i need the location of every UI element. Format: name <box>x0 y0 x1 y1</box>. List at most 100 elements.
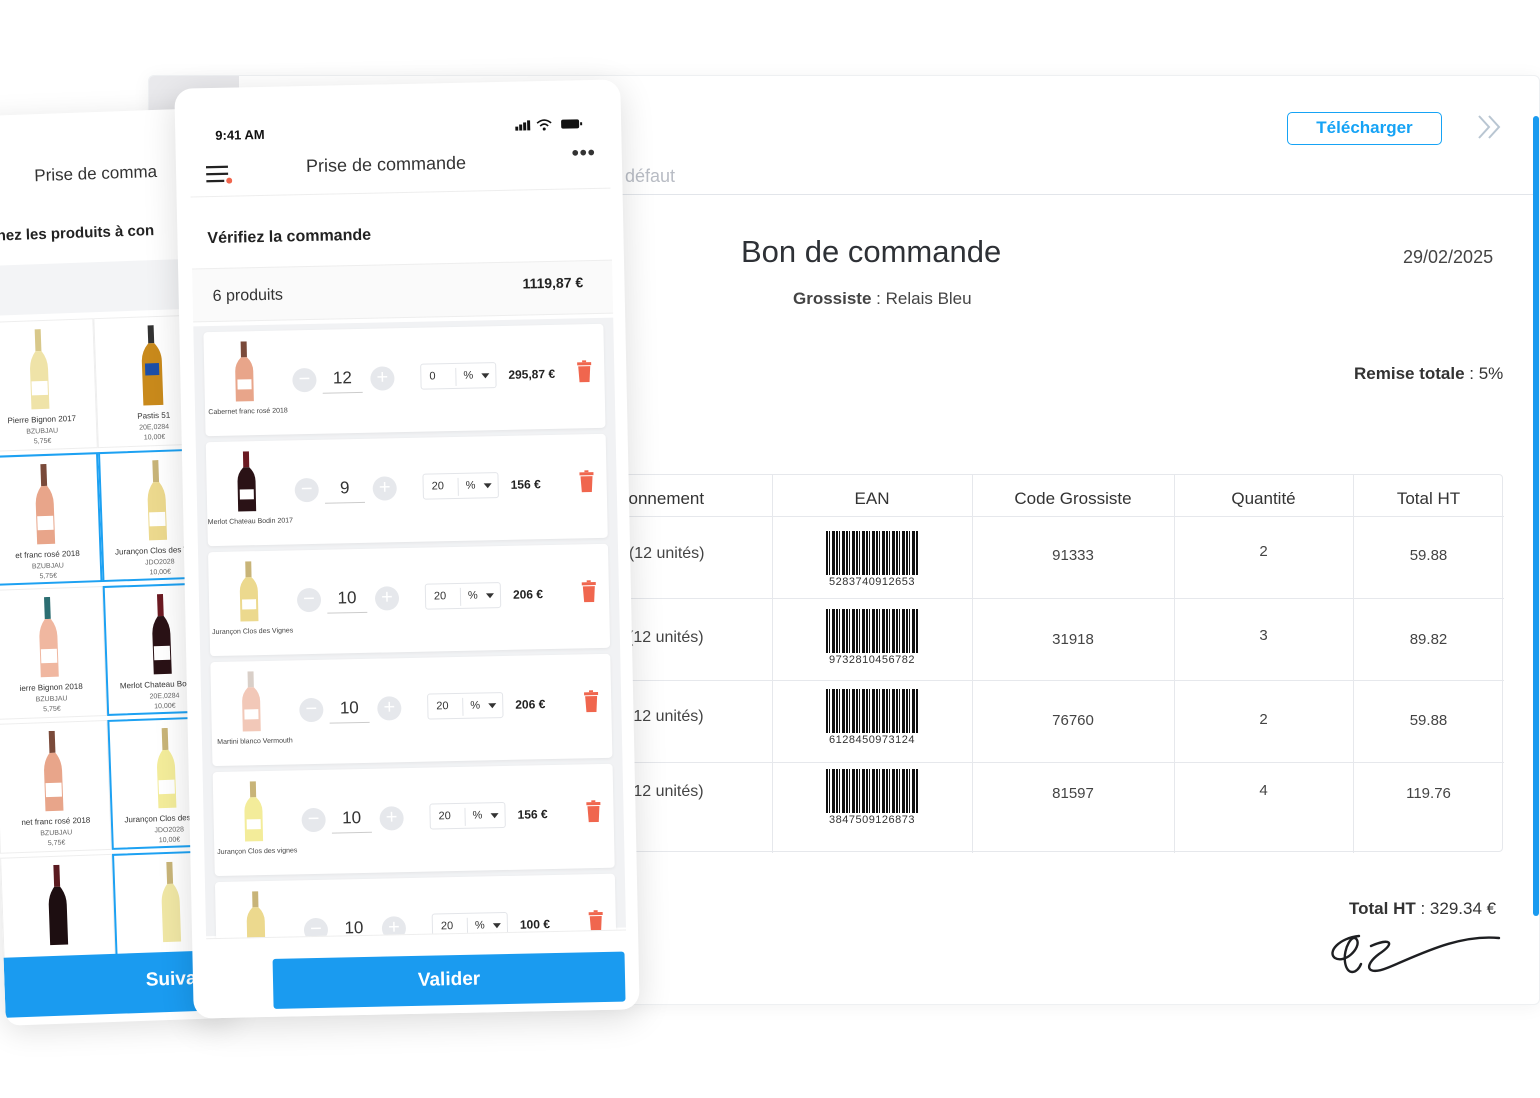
quantity-input[interactable]: 12 <box>322 362 363 394</box>
increment-button[interactable]: + <box>372 476 397 501</box>
discount-value[interactable]: 20 <box>441 920 453 932</box>
review-subtitle: Vérifiez la commande <box>207 226 372 248</box>
discount-divider <box>459 587 462 606</box>
discount-unit: % <box>467 589 478 602</box>
product-count: 6 produits <box>212 286 284 306</box>
status-bar-icons <box>515 119 583 131</box>
item-price: 295,87 € <box>508 366 556 382</box>
order-table: tionnement EAN Code Grossiste Quantité T… <box>619 474 1504 853</box>
item-price: 100 € <box>519 917 551 932</box>
item-price: 206 € <box>515 697 546 712</box>
scrollbar[interactable] <box>1533 116 1539 916</box>
hamburger-menu-icon[interactable] <box>205 164 233 185</box>
discount-select[interactable]: 20% <box>422 472 499 500</box>
validate-button[interactable]: Valider <box>272 951 626 1009</box>
quantity-input[interactable]: 10 <box>331 802 372 834</box>
order-item: Jurançon Clos des vignes − 10 + 20% 156 … <box>212 763 615 877</box>
discount-value[interactable]: 20 <box>432 480 444 492</box>
product-price: 5,75€ <box>43 705 61 714</box>
product-name: Pierre Bignon 2017 <box>7 413 77 426</box>
trash-icon[interactable] <box>576 360 592 383</box>
decrement-button[interactable]: − <box>296 587 322 613</box>
product-ref: BZUBJAU <box>31 562 65 571</box>
discount-value[interactable]: 20 <box>436 700 448 712</box>
wine-bottle-icon <box>35 463 56 545</box>
signature-icon <box>1331 934 1501 974</box>
order-total: 1119,87 € <box>522 274 584 292</box>
document-date: 29/02/2025 <box>1403 247 1494 267</box>
phone-order-review: 9:41 AM Prise de commande ••• Vérifiez l… <box>174 79 640 1019</box>
trash-icon[interactable] <box>585 800 601 823</box>
discount-unit: % <box>463 369 474 382</box>
more-options-icon[interactable]: ••• <box>572 142 596 165</box>
product-card-selected[interactable]: et franc rosé 2018 BZUBJAU 5,75€ <box>0 452 103 586</box>
cell-total-ht: 119.76 <box>1406 785 1451 802</box>
quantity-input[interactable]: 9 <box>324 472 366 504</box>
product-ref: BZUBJAU <box>35 695 68 704</box>
cell-quantite: 4 <box>1259 782 1268 799</box>
product-card[interactable]: ierre Bignon 2018 BZUBJAU 5,75€ <box>0 586 108 720</box>
product-name: ierre Bignon 2018 <box>19 681 83 694</box>
cell-quantite: 3 <box>1259 627 1268 644</box>
wine-bottle-icon <box>30 329 50 410</box>
header-code-grossiste: Code Grossiste <box>1014 489 1132 508</box>
quantity-input[interactable]: 10 <box>326 582 368 614</box>
remise-value: : 5% <box>1464 364 1504 383</box>
double-chevron-right-icon[interactable] <box>1475 112 1505 142</box>
wine-bottle-icon <box>147 460 168 541</box>
decrement-button[interactable]: − <box>292 367 317 393</box>
discount-value[interactable]: 20 <box>434 590 446 602</box>
wine-bottle-icon <box>39 596 59 678</box>
decrement-button[interactable]: − <box>299 697 324 723</box>
trash-icon[interactable] <box>583 690 599 713</box>
discount-select[interactable]: 20% <box>424 582 502 610</box>
discount-select[interactable]: 20% <box>427 692 504 720</box>
order-item-list: Cabernet franc rosé 2018 − 12 + 0% 295,8… <box>193 317 626 987</box>
discount-select[interactable]: 20% <box>429 801 506 830</box>
header-total-ht: Total HT <box>1396 489 1461 508</box>
status-time: 9:41 AM <box>215 126 265 143</box>
increment-button[interactable]: + <box>374 586 400 611</box>
discount-unit: % <box>465 479 476 492</box>
trash-icon[interactable] <box>578 470 594 493</box>
barcode-number: 5283740912653 <box>828 576 916 588</box>
product-price: 5,75€ <box>33 437 52 446</box>
wine-bottle-icon <box>239 561 259 622</box>
trash-icon[interactable] <box>581 580 597 603</box>
tab-defaut[interactable]: défaut <box>625 166 675 187</box>
wine-bottle-icon <box>157 727 177 809</box>
discount-select[interactable]: 0% <box>420 362 497 390</box>
discount-unit: % <box>474 919 485 932</box>
product-price: 5,75€ <box>39 572 58 581</box>
scan-icon[interactable] <box>0 281 3 301</box>
document-total: Total HT : 329.34 € <box>1349 899 1496 919</box>
cell-conditionnement: (12 unités) <box>628 708 704 725</box>
discount-value[interactable]: 20 <box>438 810 450 822</box>
discount-value[interactable]: 0 <box>429 370 435 382</box>
remise-line: Remise totale : 5% <box>1354 364 1503 384</box>
increment-button[interactable]: + <box>377 696 402 721</box>
decrement-button[interactable]: − <box>294 477 319 503</box>
cell-code-grossiste: 76760 <box>1052 712 1094 729</box>
row-divider <box>620 762 1504 763</box>
barcode-number: 6128450973124 <box>828 734 916 746</box>
wine-bottle-icon <box>44 730 64 812</box>
decrement-button[interactable]: − <box>301 807 326 833</box>
quantity-input[interactable]: 10 <box>329 692 370 724</box>
product-price: 5,75€ <box>47 839 66 848</box>
increment-button[interactable]: + <box>370 366 395 391</box>
caret-down-icon <box>483 483 492 489</box>
row-divider <box>620 516 1504 517</box>
item-name: Martini blanco Vermouth <box>217 737 293 747</box>
item-name: Jurançon Clos des vignes <box>217 847 298 857</box>
item-price: 156 € <box>517 807 548 822</box>
cell-code-grossiste: 31918 <box>1052 631 1094 648</box>
increment-button[interactable]: + <box>379 806 404 831</box>
grossiste-label: Grossiste <box>793 289 872 308</box>
trash-icon[interactable] <box>588 910 604 933</box>
barcode-bars <box>826 689 918 733</box>
product-card[interactable]: net franc rosé 2018 BZUBJAU 5,75€ <box>0 719 112 854</box>
download-button[interactable]: Télécharger <box>1287 112 1442 145</box>
item-name: Merlot Chateau Bodin 2017 <box>207 517 294 527</box>
product-card[interactable]: Pierre Bignon 2017 BZUBJAU 5,75€ <box>0 318 98 453</box>
